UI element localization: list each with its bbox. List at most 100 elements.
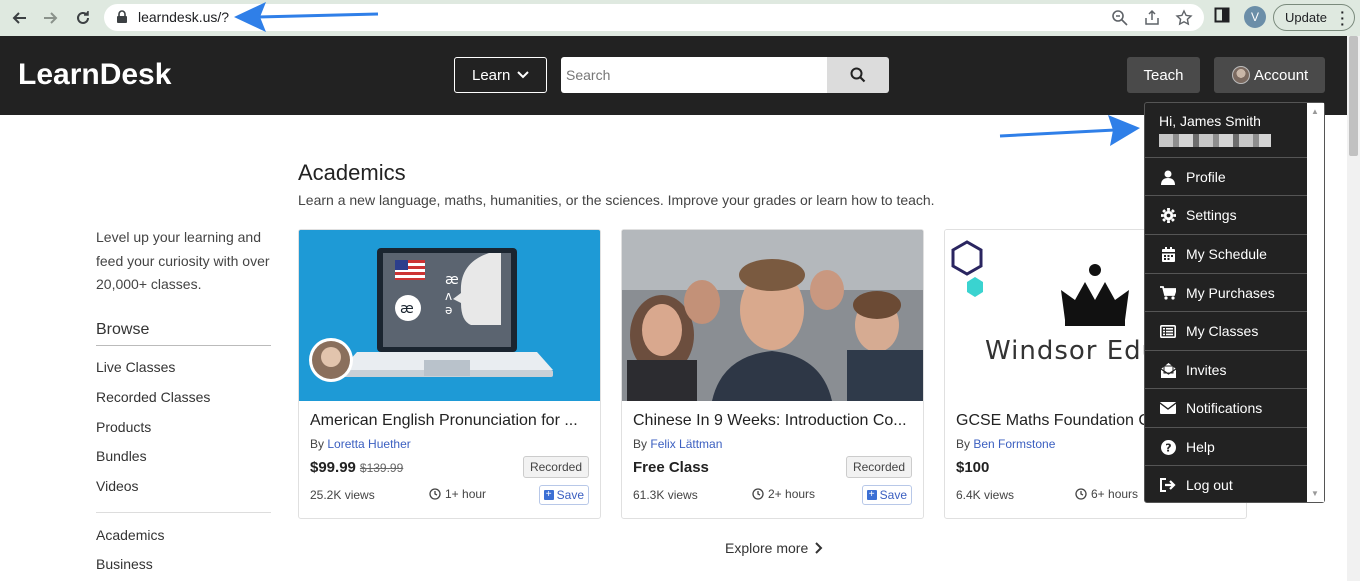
annotation-arrow-greeting: [999, 128, 1116, 138]
menu-label: Help: [1186, 439, 1215, 455]
duration: 2+ hours: [752, 487, 815, 501]
svg-text:æ: æ: [445, 272, 459, 288]
price-value: $99.99: [310, 459, 356, 476]
sidebar-link-recorded-classes[interactable]: Recorded Classes: [96, 389, 210, 405]
envelope-icon: [1159, 399, 1177, 417]
svg-text:ʌ: ʌ: [445, 289, 452, 303]
url-text: learndesk.us/?: [138, 9, 230, 25]
class-title[interactable]: American English Pronunciation for ...: [310, 412, 591, 430]
menu-item-settings[interactable]: Settings: [1145, 195, 1308, 234]
teach-button[interactable]: Teach: [1127, 57, 1200, 93]
menu-item-my-schedule[interactable]: My Schedule: [1145, 234, 1308, 273]
sidebar-link-business[interactable]: Business: [96, 556, 153, 572]
by-prefix: By: [633, 437, 648, 451]
page-scrollbar[interactable]: [1347, 36, 1360, 581]
class-card[interactable]: Chinese In 9 Weeks: Introduction Co... B…: [621, 229, 924, 519]
menu-item-log-out[interactable]: Log out: [1145, 465, 1308, 504]
author-link[interactable]: Felix Lättman: [650, 437, 722, 451]
share-icon[interactable]: [1143, 9, 1161, 27]
envelope-open-icon: [1159, 361, 1177, 379]
menu-item-my-classes[interactable]: My Classes: [1145, 311, 1308, 350]
menu-item-profile[interactable]: Profile: [1145, 157, 1308, 196]
class-price: $100: [956, 459, 989, 476]
class-card[interactable]: æ æ ʌ ə American English Pronunciation f…: [298, 229, 601, 519]
account-label: Account: [1254, 66, 1309, 84]
chevron-down-icon: [517, 71, 530, 79]
account-dropdown-menu: Hi, James Smith Profile Settings My Sche…: [1144, 102, 1325, 503]
by-prefix: By: [310, 437, 325, 451]
class-price: Free Class: [633, 459, 709, 476]
class-title[interactable]: Chinese In 9 Weeks: Introduction Co...: [633, 412, 914, 430]
by-prefix: By: [956, 437, 971, 451]
view-count: 25.2K views: [310, 488, 375, 502]
back-icon[interactable]: [8, 7, 30, 29]
class-price: $99.99 $139.99: [310, 459, 403, 476]
sidebar-link-bundles[interactable]: Bundles: [96, 448, 147, 464]
question-circle-icon: ?: [1159, 438, 1177, 456]
menu-label: My Schedule: [1186, 246, 1267, 262]
menu-label: My Purchases: [1186, 285, 1275, 301]
save-button[interactable]: + Save: [538, 485, 589, 505]
list-alt-icon: [1159, 322, 1177, 340]
divider: [96, 512, 271, 513]
menu-label: Invites: [1186, 362, 1227, 378]
browser-toolbar: learndesk.us/? V Update · · ·: [0, 0, 1360, 36]
duration-text: 2+ hours: [768, 487, 816, 501]
author-link[interactable]: Ben Formstone: [973, 437, 1055, 451]
duration: 6+ hours: [1075, 487, 1138, 501]
update-button[interactable]: Update · · ·: [1273, 4, 1355, 31]
author-link[interactable]: Loretta Huether: [327, 437, 410, 451]
arrowhead-icon: [1108, 115, 1140, 146]
address-bar[interactable]: learndesk.us/?: [104, 4, 1204, 31]
more-menu-icon[interactable]: · · ·: [1340, 5, 1345, 31]
menu-item-invites[interactable]: Invites: [1145, 350, 1308, 389]
save-label: Save: [556, 488, 584, 502]
menu-scrollbar[interactable]: ▲ ▼: [1307, 103, 1324, 502]
recorded-badge: Recorded: [845, 456, 912, 478]
scroll-down-icon[interactable]: ▼: [1311, 489, 1319, 498]
section-description: Learn a new language, maths, humanities,…: [298, 192, 935, 208]
scrollbar-thumb[interactable]: [1349, 36, 1358, 156]
zoom-icon[interactable]: [1111, 9, 1129, 27]
reload-icon[interactable]: [72, 7, 94, 29]
class-author: By Loretta Huether: [310, 437, 411, 451]
clock-icon: [752, 488, 764, 500]
forward-icon[interactable]: [40, 7, 62, 29]
class-thumbnail[interactable]: [622, 230, 923, 401]
sidebar-link-videos[interactable]: Videos: [96, 478, 139, 494]
class-thumbnail[interactable]: æ æ ʌ ə: [299, 230, 600, 401]
menu-item-notifications[interactable]: Notifications: [1145, 388, 1308, 427]
section-title: Academics: [298, 160, 406, 185]
menu-item-help[interactable]: ? Help: [1145, 427, 1308, 466]
search-button[interactable]: [827, 57, 889, 93]
bookmark-star-icon[interactable]: [1175, 9, 1193, 27]
save-button[interactable]: + Save: [861, 485, 912, 505]
menu-label: Log out: [1186, 477, 1233, 493]
svg-text:ə: ə: [445, 303, 452, 317]
sidebar-link-products[interactable]: Products: [96, 419, 151, 435]
save-label: Save: [879, 488, 907, 502]
update-label: Update: [1285, 10, 1327, 25]
scroll-up-icon[interactable]: ▲: [1311, 107, 1319, 116]
logo[interactable]: LearnDesk: [18, 58, 171, 92]
sidebar-link-academics[interactable]: Academics: [96, 527, 164, 543]
side-panel-icon[interactable]: [1214, 7, 1230, 23]
clock-icon: [429, 488, 441, 500]
menu-item-my-purchases[interactable]: My Purchases: [1145, 273, 1308, 312]
sidebar-link-live-classes[interactable]: Live Classes: [96, 359, 175, 375]
learn-dropdown-button[interactable]: Learn: [454, 57, 547, 93]
search-input[interactable]: [561, 57, 828, 93]
duration: 1+ hour: [429, 487, 486, 501]
browser-profile-avatar[interactable]: V: [1244, 6, 1266, 28]
user-icon: [1159, 168, 1177, 186]
calendar-icon: [1159, 245, 1177, 263]
price-value: $100: [956, 459, 990, 476]
redacted-email: [1159, 134, 1271, 147]
explore-more-label: Explore more: [725, 540, 809, 556]
view-count: 61.3K views: [633, 488, 698, 502]
chevron-right-icon: [815, 542, 823, 554]
plus-icon: +: [543, 490, 554, 500]
account-button[interactable]: Account: [1214, 57, 1325, 93]
view-count: 6.4K views: [956, 488, 1015, 502]
explore-more-link[interactable]: Explore more: [725, 540, 823, 556]
